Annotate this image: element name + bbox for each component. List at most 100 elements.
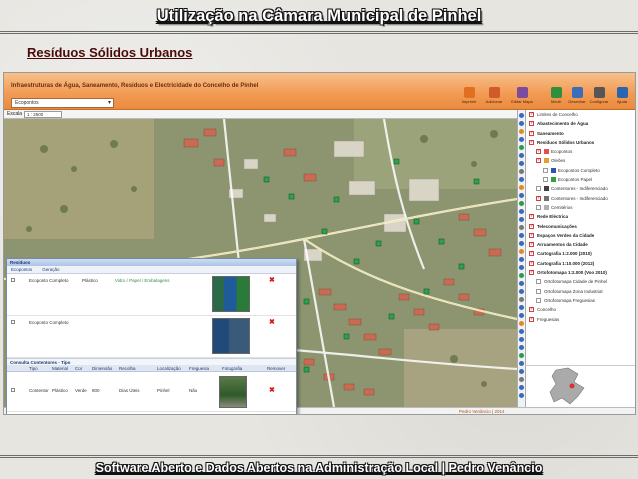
layer-checkbox[interactable] (529, 130, 534, 136)
nav-tool-icon[interactable] (519, 273, 524, 278)
nav-tool-icon[interactable] (519, 209, 524, 214)
tool-add[interactable]: Adicionar (480, 87, 508, 109)
layer-checkbox[interactable] (536, 148, 541, 155)
legend-item[interactable]: Ecopontos (526, 147, 635, 156)
layer-checkbox[interactable] (529, 306, 534, 313)
nav-tool-icon[interactable] (519, 305, 524, 310)
nav-tool-icon[interactable] (519, 161, 524, 166)
layer-checkbox[interactable] (543, 177, 548, 183)
nav-tool-icon[interactable] (519, 241, 524, 246)
legend-item[interactable]: Contentores - Indiferenciado (526, 194, 635, 203)
layer-checkbox[interactable] (529, 139, 534, 145)
tool-edit[interactable]: Editar Mapa (508, 87, 536, 109)
nav-tool-icon[interactable] (519, 265, 524, 270)
delete-icon[interactable]: ✖ (269, 318, 275, 326)
layer-checkbox[interactable] (536, 195, 541, 201)
nav-tool-icon[interactable] (519, 329, 524, 334)
legend-item[interactable]: Rede Eléctrica (526, 212, 635, 221)
column-header[interactable]: Freguesia (189, 366, 209, 371)
legend-item[interactable]: Cartografia 1:10.000 (2012) (526, 259, 635, 268)
delete-icon[interactable]: ✖ (269, 276, 275, 284)
legend-item[interactable]: Freguesias (526, 315, 635, 324)
nav-tool-icon[interactable] (519, 361, 524, 366)
legend-item[interactable]: Ortofotomapa Zona Industrial (526, 287, 635, 296)
column-header[interactable]: Dimensão (92, 366, 112, 371)
legend-item[interactable]: Telecomunicações (526, 222, 635, 231)
nav-tool-icon[interactable] (519, 321, 524, 326)
layer-checkbox[interactable] (529, 223, 534, 229)
legend-item[interactable]: Espaços Verdes da Cidade (526, 231, 635, 240)
legend-item[interactable]: Ecopontos Completo (526, 166, 635, 175)
legend-item[interactable]: Cartografia 1:2.000 (2010) (526, 249, 635, 258)
layer-checkbox[interactable] (529, 232, 534, 238)
nav-tool-icon[interactable] (519, 385, 524, 390)
layer-checkbox[interactable] (536, 186, 541, 192)
layer-checkbox[interactable] (536, 288, 541, 294)
nav-tool-icon[interactable] (519, 289, 524, 294)
nav-tool-icon[interactable] (519, 393, 524, 398)
row-checkbox[interactable] (11, 388, 15, 392)
nav-tool-icon[interactable] (519, 345, 524, 350)
layer-checkbox[interactable] (536, 297, 541, 303)
nav-tool-icon[interactable] (519, 225, 524, 230)
overview-map[interactable] (525, 365, 635, 407)
nav-tool-icon[interactable] (519, 145, 524, 150)
nav-tool-icon[interactable] (519, 169, 524, 174)
nav-tool-icon[interactable] (519, 201, 524, 206)
nav-tool-icon[interactable] (519, 353, 524, 358)
column-header[interactable]: Localização (157, 366, 181, 371)
row-checkbox[interactable] (11, 278, 15, 282)
nav-tool-icon[interactable] (519, 249, 524, 254)
legend-item[interactable]: Concelho (526, 305, 635, 314)
scale-input[interactable]: 1 : 2500 (24, 111, 62, 118)
nav-tool-icon[interactable] (519, 337, 524, 342)
legend-item[interactable]: Ecopontos Papel (526, 175, 635, 184)
layer-checkbox[interactable] (529, 213, 534, 220)
row-checkbox[interactable] (11, 320, 15, 324)
layer-checkbox[interactable] (536, 157, 541, 164)
layer-checkbox[interactable] (536, 204, 541, 210)
nav-tool-icon[interactable] (519, 193, 524, 198)
tool-help[interactable]: Ajuda (608, 87, 635, 109)
column-header[interactable]: Fotografia (222, 366, 242, 371)
nav-tool-icon[interactable] (519, 137, 524, 142)
tool-print[interactable]: Imprimir (455, 87, 483, 109)
nav-tool-icon[interactable] (519, 257, 524, 262)
nav-tool-icon[interactable] (519, 153, 524, 158)
nav-tool-icon[interactable] (519, 177, 524, 182)
ecoponto-photo[interactable] (212, 276, 250, 312)
column-header[interactable]: Material (52, 366, 68, 371)
nav-tool-icon[interactable] (519, 185, 524, 190)
nav-tool-icon[interactable] (519, 217, 524, 222)
column-header[interactable]: Cor (75, 366, 82, 371)
nav-tool-icon[interactable] (519, 113, 524, 118)
legend-item[interactable]: Cemitérios (526, 203, 635, 212)
panel-tab[interactable]: Geração (42, 267, 59, 272)
layer-checkbox[interactable] (536, 279, 541, 285)
column-header[interactable]: Remover (267, 366, 285, 371)
legend-item[interactable]: Limites de Concelho (526, 110, 635, 119)
ecoponto-photo[interactable] (212, 318, 250, 354)
legend-item[interactable]: Ortofotomapa Cidade de Pinhel (526, 277, 635, 286)
nav-tool-icon[interactable] (519, 297, 524, 302)
panel-tab[interactable]: Ecopontos (11, 267, 32, 272)
legend-item[interactable]: Contentores - Indiferenciado (526, 184, 635, 193)
legend-item[interactable]: Ortofotomapa 1:2.000 (Voo 2010) (526, 268, 635, 277)
layer-checkbox[interactable] (543, 167, 548, 173)
layer-checkbox[interactable] (529, 241, 534, 248)
legend-item[interactable]: Ortofotomapa Freguesias (526, 296, 635, 305)
legend-item[interactable]: Saneamento (526, 129, 635, 138)
layer-checkbox[interactable] (529, 316, 534, 322)
legend-item[interactable]: Resíduos Sólidos Urbanos (526, 138, 635, 147)
layer-select[interactable]: Ecopontos ▾ (11, 98, 114, 108)
layer-checkbox[interactable] (529, 260, 534, 266)
nav-tool-icon[interactable] (519, 313, 524, 318)
layer-checkbox[interactable] (529, 250, 534, 257)
column-header[interactable]: Recolha (119, 366, 136, 371)
contentor-photo[interactable] (219, 376, 247, 408)
layer-checkbox[interactable] (529, 120, 534, 127)
nav-tool-icon[interactable] (519, 129, 524, 134)
column-header[interactable]: Tipo (29, 366, 38, 371)
nav-tool-icon[interactable] (519, 233, 524, 238)
nav-tool-icon[interactable] (519, 377, 524, 382)
